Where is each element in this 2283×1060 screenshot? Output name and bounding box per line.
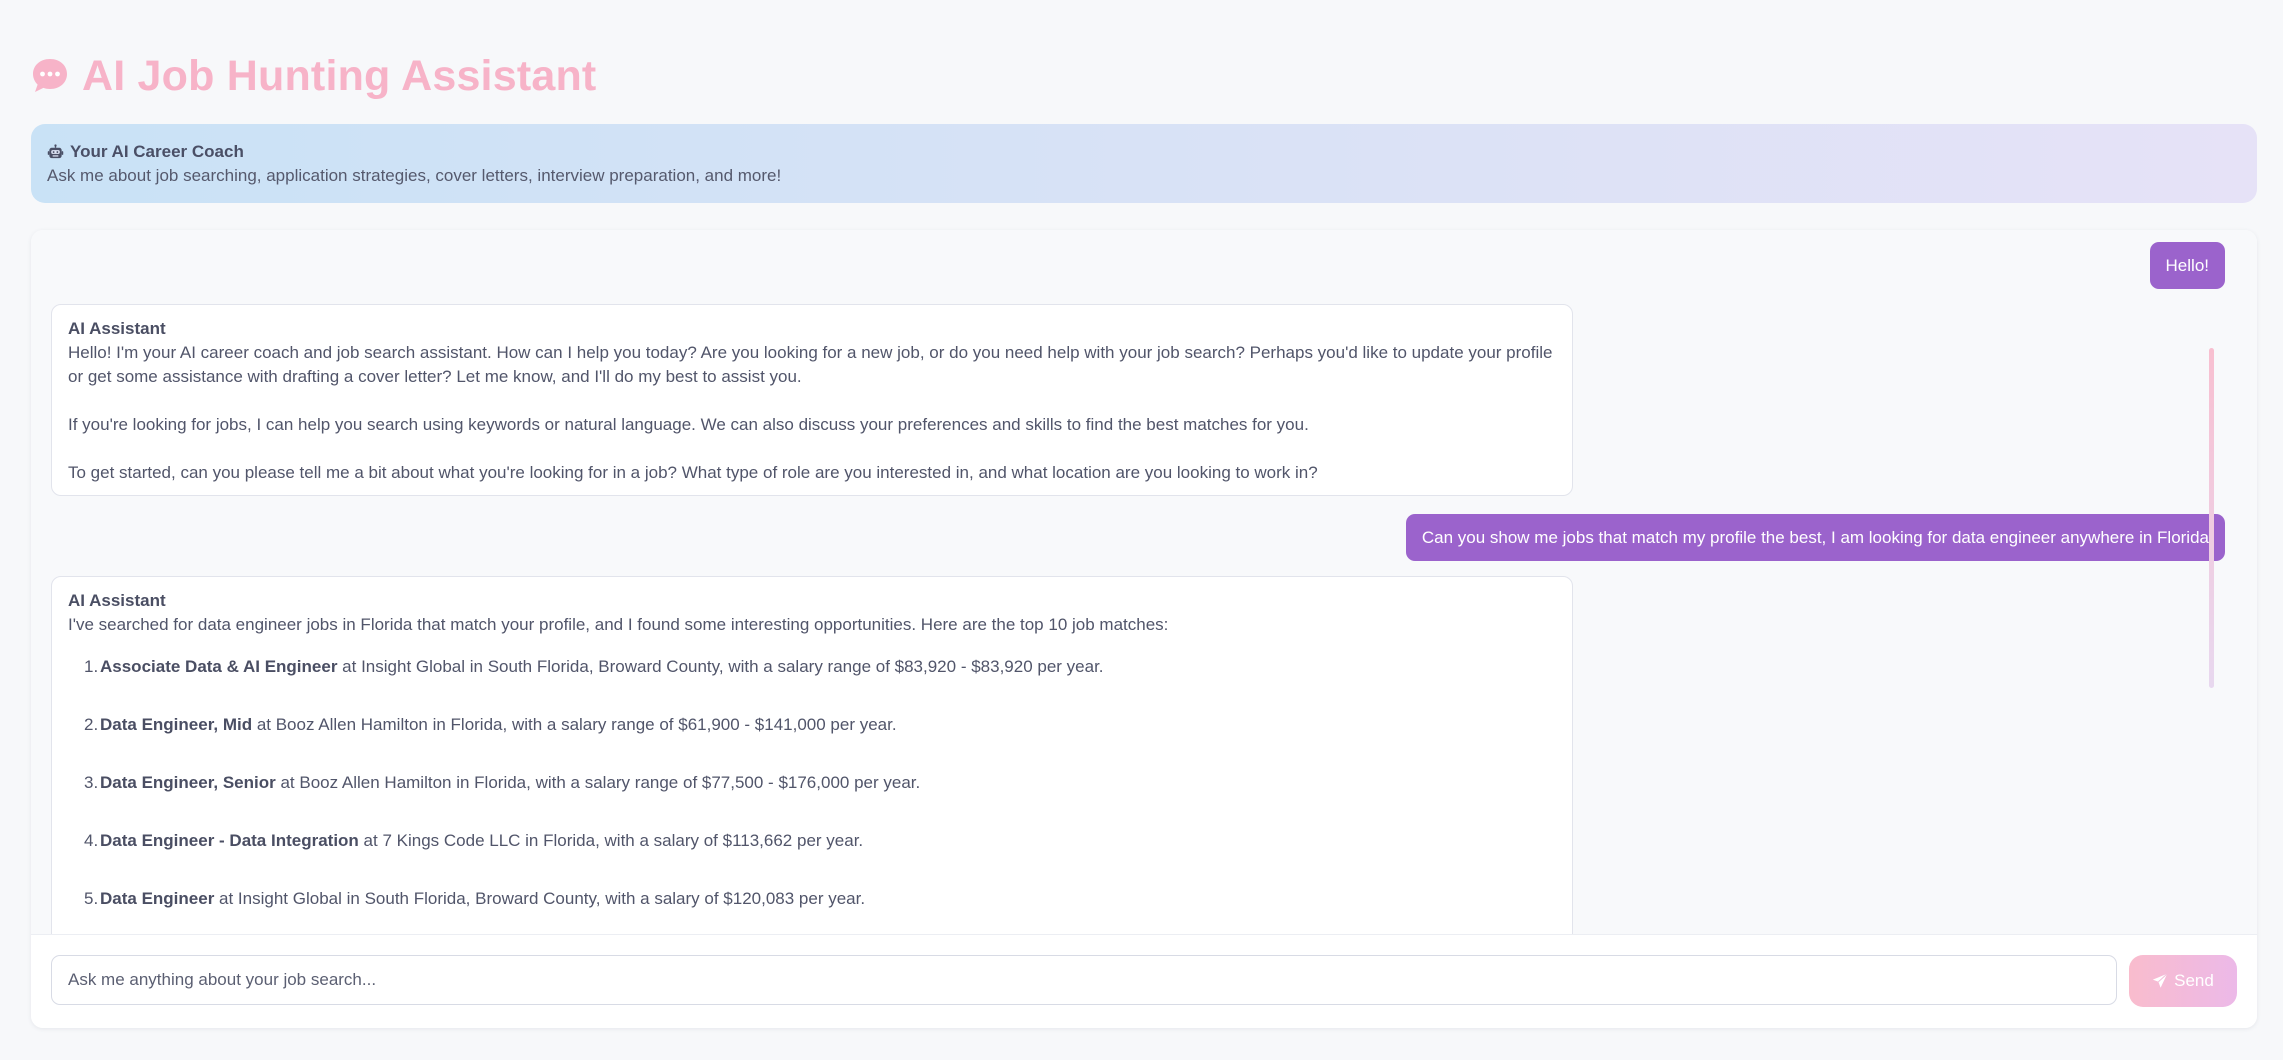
job-title: Data Engineer - Data Integration [100,831,359,850]
send-button[interactable]: Send [2129,955,2237,1007]
user-message-text: Hello! [2165,255,2209,275]
assistant-message: AI Assistant Hello! I'm your AI career c… [51,304,1573,496]
list-item: 1. Associate Data & AI Engineer at Insigh… [84,657,1104,676]
job-title: Data Engineer, Senior [100,773,276,792]
assistant-message: AI Assistant I've searched for data engi… [51,576,1573,934]
assistant-intro: I've searched for data engineer jobs in … [68,615,1169,634]
user-message-text: Can you show me jobs that match my profi… [1421,527,2209,547]
assistant-label: AI Assistant [68,319,166,338]
coach-banner-title: Your AI Career Coach [70,142,244,161]
page-title: AI Job Hunting Assistant [82,51,597,100]
speech-bubble-icon [33,59,67,92]
coach-banner-heading: Your AI Career Coach [47,142,2241,162]
page-header: AI Job Hunting Assistant [30,50,596,102]
list-item: 5. Data Engineer at Insight Global in Sou… [84,889,866,908]
chat-panel: Hello! AI Assistant Hello! I'm your AI c… [31,230,2257,1028]
job-details: at 7 Kings Code LLC in Florida, with a s… [358,831,864,850]
scrollbar-thumb[interactable] [2209,348,2214,688]
user-message: Can you show me jobs that match my profi… [1405,514,2225,561]
message-scrollbar[interactable] [2206,230,2216,934]
job-details: at Insight Global in South Florida, Brow… [337,657,1104,676]
message-composer: Send [31,934,2257,1028]
message-list[interactable]: Hello! AI Assistant Hello! I'm your AI c… [31,230,2257,934]
send-button-label: Send [2174,971,2214,990]
list-item: 4. Data Engineer - Data Integration at 7 … [84,831,864,850]
job-details: at Booz Allen Hamilton in Florida, with … [275,773,921,792]
app-root: AI Job Hunting Assistant Your AI Career … [0,0,2283,1060]
coach-banner-subtitle: Ask me about job searching, application … [47,166,782,185]
coach-banner: Your AI Career Coach Ask me about job se… [31,124,2257,203]
job-title: Data Engineer, Mid [100,715,253,734]
assistant-label: AI Assistant [68,591,166,610]
list-item: 3. Data Engineer, Senior at Booz Allen Ha… [84,773,921,792]
job-title: Associate Data & AI Engineer [100,657,338,676]
job-details: at Booz Allen Hamilton in Florida, with … [252,715,897,734]
robot-icon [47,143,64,158]
assistant-paragraph: Hello! I'm your AI career coach and job … [68,343,1553,386]
job-title: Data Engineer [100,889,215,908]
job-details: at Insight Global in South Florida, Brow… [214,889,866,908]
paper-plane-icon [2152,973,2168,988]
chat-input[interactable] [51,955,2117,1005]
assistant-paragraph: To get started, can you please tell me a… [68,463,1318,482]
job-results-list: 1. Associate Data & AI Engineer at Insigh… [68,655,1556,911]
assistant-paragraph: If you're looking for jobs, I can help y… [68,415,1309,434]
list-item: 2. Data Engineer, Mid at Booz Allen Hamil… [84,715,897,734]
